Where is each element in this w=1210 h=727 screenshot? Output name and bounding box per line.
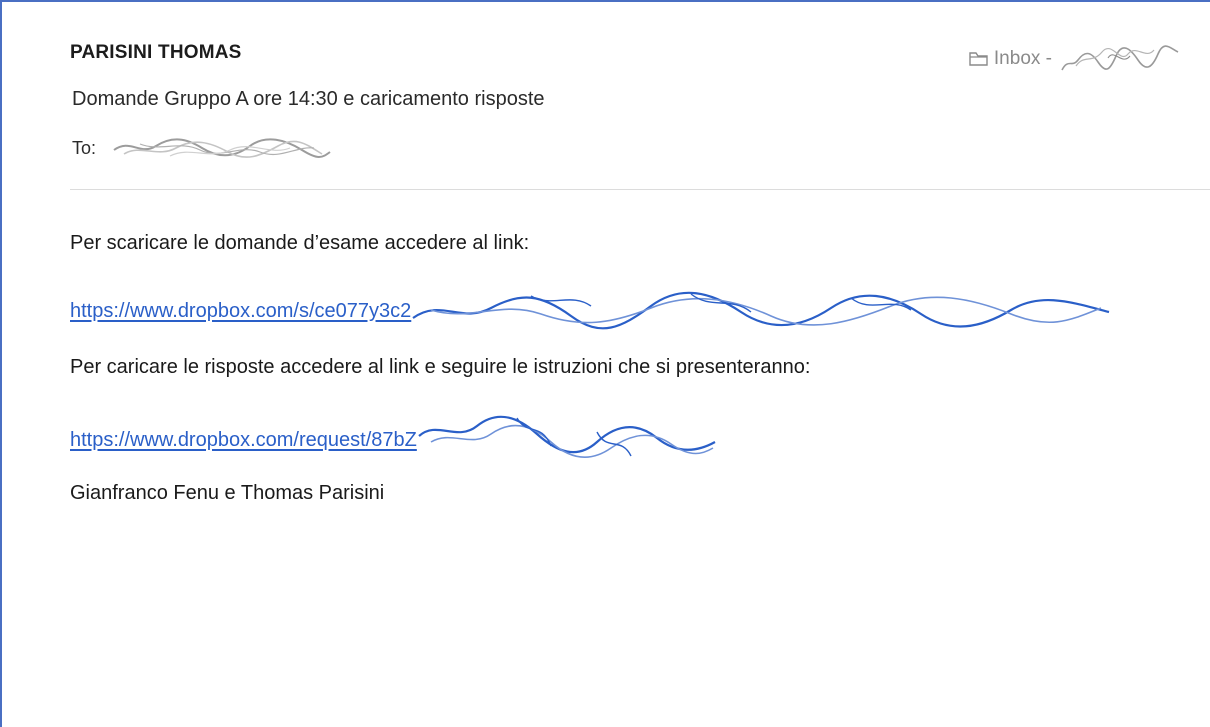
download-link[interactable]: https://www.dropbox.com/s/ce077y3c2 (70, 300, 411, 323)
header-divider (70, 189, 1210, 190)
email-header: PARISINI THOMAS Inbox - Domande Gruppo A… (70, 42, 1190, 158)
recipient-row: To: (72, 134, 332, 162)
body-line-download: Per scaricare le domande d’esame acceder… (70, 232, 530, 254)
redacted-mailbox-name (1061, 45, 1179, 71)
upload-link[interactable]: https://www.dropbox.com/request/87bZ (70, 429, 417, 452)
to-label: To: (72, 137, 97, 158)
mailbox-indicator[interactable]: Inbox - (968, 44, 1182, 74)
download-link-row[interactable]: https://www.dropbox.com/s/ce077y3c2 (70, 288, 1111, 334)
redacted-upload-link-tail (418, 415, 716, 458)
email-subject: Domande Gruppo A ore 14:30 e caricamento… (72, 88, 545, 110)
email-signature: Gianfranco Fenu e Thomas Parisini (70, 482, 385, 504)
redacted-download-link-tail (412, 291, 1110, 330)
redacted-recipient[interactable] (110, 134, 332, 162)
folder-icon (969, 52, 988, 66)
upload-link-row[interactable]: https://www.dropbox.com/request/87bZ (70, 412, 717, 468)
body-line-upload: Per caricare le risposte accedere al lin… (70, 356, 811, 378)
mailbox-label: Inbox - (993, 48, 1052, 69)
